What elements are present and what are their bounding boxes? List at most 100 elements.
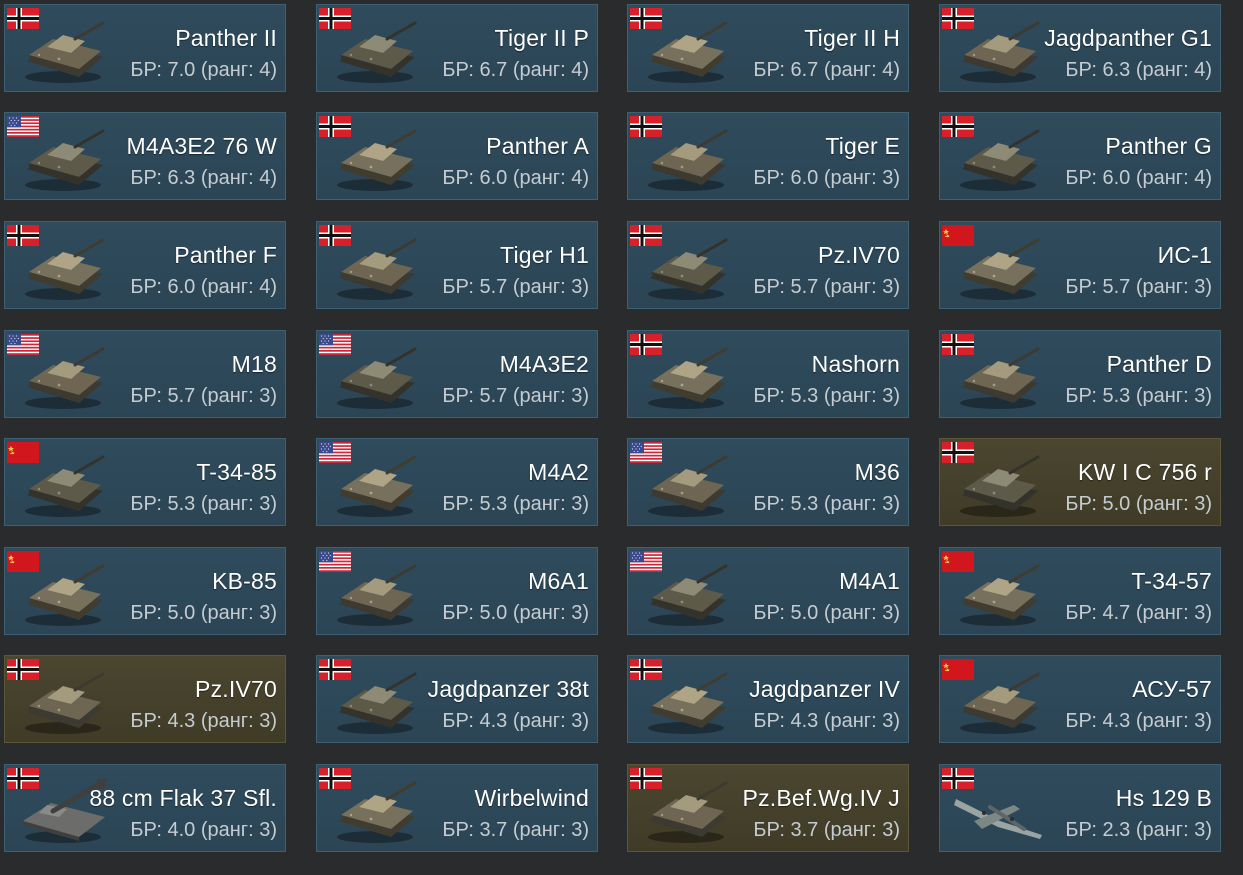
vehicle-grid: Panther II БР: 7.0 (ранг: 4) Tiger II P БР:… <box>0 0 1243 875</box>
vehicle-card[interactable]: Pz.IV70 БР: 5.7 (ранг: 3) <box>627 221 909 309</box>
battle-rating: БР: 4.3 (ранг: 3) <box>130 710 277 732</box>
tank-image <box>19 125 109 195</box>
tank-image <box>19 17 109 87</box>
tank-image <box>954 343 1044 413</box>
battle-rating: БР: 5.0 (ранг: 3) <box>130 602 277 624</box>
vehicle-card[interactable]: T-34-85 БР: 5.3 (ранг: 3) <box>4 438 286 526</box>
battle-rating: БР: 5.7 (ранг: 3) <box>130 385 277 407</box>
vehicle-card[interactable]: 88 cm Flak 37 Sfl. БР: 4.0 (ранг: 3) <box>4 764 286 852</box>
battle-rating: БР: 6.3 (ранг: 4) <box>130 167 277 189</box>
vehicle-card[interactable]: M4A1 БР: 5.0 (ранг: 3) <box>627 547 909 635</box>
vehicle-name: Pz.Bef.Wg.IV J <box>742 785 900 811</box>
tank-image <box>642 343 732 413</box>
tank-image <box>19 343 109 413</box>
tank-image <box>642 125 732 195</box>
vehicle-name: Pz.IV70 <box>818 242 900 268</box>
vehicle-card[interactable]: Panther G БР: 6.0 (ранг: 4) <box>939 112 1221 200</box>
battle-rating: БР: 4.3 (ранг: 3) <box>1065 710 1212 732</box>
vehicle-name: M4A3E2 76 W <box>126 133 277 159</box>
vehicle-name: АСУ-57 <box>1132 676 1212 702</box>
vehicle-name: Tiger II P <box>494 25 589 51</box>
vehicle-card[interactable]: KB-85 БР: 5.0 (ранг: 3) <box>4 547 286 635</box>
battle-rating: БР: 5.3 (ранг: 3) <box>753 493 900 515</box>
battle-rating: БР: 6.7 (ранг: 4) <box>442 59 589 81</box>
vehicle-name: M4A1 <box>839 568 900 594</box>
vehicle-card[interactable]: Tiger II H БР: 6.7 (ранг: 4) <box>627 4 909 92</box>
vehicle-card[interactable]: M36 БР: 5.3 (ранг: 3) <box>627 438 909 526</box>
tank-image <box>331 343 421 413</box>
tank-image <box>331 451 421 521</box>
vehicle-card[interactable]: Jagdpanzer 38t БР: 4.3 (ранг: 3) <box>316 655 598 743</box>
battle-rating: БР: 3.7 (ранг: 3) <box>442 819 589 841</box>
vehicle-card[interactable]: Pz.IV70 БР: 4.3 (ранг: 3) <box>4 655 286 743</box>
vehicle-name: M4A3E2 <box>499 351 589 377</box>
tank-image <box>642 777 732 847</box>
vehicle-card[interactable]: M4A3E2 76 W БР: 6.3 (ранг: 4) <box>4 112 286 200</box>
vehicle-name: M6A1 <box>528 568 589 594</box>
tank-image <box>19 234 109 304</box>
vehicle-name: Panther A <box>486 133 589 159</box>
vehicle-name: T-34-57 <box>1131 568 1212 594</box>
battle-rating: БР: 5.7 (ранг: 3) <box>753 276 900 298</box>
vehicle-name: Pz.IV70 <box>195 676 277 702</box>
vehicle-name: KW I C 756 r <box>1077 459 1212 485</box>
vehicle-card[interactable]: АСУ-57 БР: 4.3 (ранг: 3) <box>939 655 1221 743</box>
vehicle-name: Panther II <box>175 25 277 51</box>
vehicle-card[interactable]: Panther F БР: 6.0 (ранг: 4) <box>4 221 286 309</box>
battle-rating: БР: 6.0 (ранг: 4) <box>1065 167 1212 189</box>
battle-rating: БР: 3.7 (ранг: 3) <box>753 819 900 841</box>
vehicle-name: Tiger H1 <box>500 242 589 268</box>
vehicle-card[interactable]: M4A2 БР: 5.3 (ранг: 3) <box>316 438 598 526</box>
vehicle-name: Tiger II H <box>804 25 900 51</box>
vehicle-card[interactable]: M18 БР: 5.7 (ранг: 3) <box>4 330 286 418</box>
vehicle-card[interactable]: Panther II БР: 7.0 (ранг: 4) <box>4 4 286 92</box>
vehicle-name: Tiger E <box>825 133 900 159</box>
tank-image <box>642 451 732 521</box>
vehicle-card[interactable]: M6A1 БР: 5.0 (ранг: 3) <box>316 547 598 635</box>
vehicle-card[interactable]: Panther D БР: 5.3 (ранг: 3) <box>939 330 1221 418</box>
vehicle-card[interactable]: Nashorn БР: 5.3 (ранг: 3) <box>627 330 909 418</box>
tank-image <box>954 125 1044 195</box>
battle-rating: БР: 2.3 (ранг: 3) <box>1065 819 1212 841</box>
battle-rating: БР: 5.3 (ранг: 3) <box>442 493 589 515</box>
vehicle-name: Panther G <box>1105 133 1212 159</box>
vehicle-name: Jagdpanzer IV <box>749 676 900 702</box>
vehicle-card[interactable]: T-34-57 БР: 4.7 (ранг: 3) <box>939 547 1221 635</box>
vehicle-card[interactable]: Pz.Bef.Wg.IV J БР: 3.7 (ранг: 3) <box>627 764 909 852</box>
tank-image <box>331 17 421 87</box>
battle-rating: БР: 5.7 (ранг: 3) <box>1065 276 1212 298</box>
vehicle-name: Panther F <box>174 242 277 268</box>
vehicle-card[interactable]: Panther A БР: 6.0 (ранг: 4) <box>316 112 598 200</box>
vehicle-card[interactable]: Jagdpanther G1 БР: 6.3 (ранг: 4) <box>939 4 1221 92</box>
tank-image <box>19 451 109 521</box>
tank-image <box>642 560 732 630</box>
battle-rating: БР: 6.3 (ранг: 4) <box>1065 59 1212 81</box>
vehicle-card[interactable]: Tiger H1 БР: 5.7 (ранг: 3) <box>316 221 598 309</box>
battle-rating: БР: 5.7 (ранг: 3) <box>442 276 589 298</box>
vehicle-name: Panther D <box>1106 351 1212 377</box>
battle-rating: БР: 5.7 (ранг: 3) <box>442 385 589 407</box>
tank-image <box>954 234 1044 304</box>
vehicle-card[interactable]: Tiger II P БР: 6.7 (ранг: 4) <box>316 4 598 92</box>
battle-rating: БР: 6.7 (ранг: 4) <box>753 59 900 81</box>
vehicle-card[interactable]: Wirbelwind БР: 3.7 (ранг: 3) <box>316 764 598 852</box>
battle-rating: БР: 5.0 (ранг: 3) <box>442 602 589 624</box>
vehicle-name: Jagdpanther G1 <box>1044 25 1212 51</box>
vehicle-card[interactable]: Jagdpanzer IV БР: 4.3 (ранг: 3) <box>627 655 909 743</box>
battle-rating: БР: 4.7 (ранг: 3) <box>1065 602 1212 624</box>
battle-rating: БР: 4.3 (ранг: 3) <box>753 710 900 732</box>
vehicle-card[interactable]: Tiger E БР: 6.0 (ранг: 3) <box>627 112 909 200</box>
vehicle-name: Nashorn <box>811 351 900 377</box>
vehicle-card[interactable]: KW I C 756 r БР: 5.0 (ранг: 3) <box>939 438 1221 526</box>
tank-image <box>954 560 1044 630</box>
vehicle-card[interactable]: M4A3E2 БР: 5.7 (ранг: 3) <box>316 330 598 418</box>
vehicle-card[interactable]: ИС-1 БР: 5.7 (ранг: 3) <box>939 221 1221 309</box>
battle-rating: БР: 5.3 (ранг: 3) <box>1065 385 1212 407</box>
vehicle-name: T-34-85 <box>196 459 277 485</box>
battle-rating: БР: 6.0 (ранг: 3) <box>753 167 900 189</box>
tank-image <box>331 560 421 630</box>
tank-image <box>19 668 109 738</box>
tank-image <box>331 234 421 304</box>
tank-image <box>954 451 1044 521</box>
vehicle-card[interactable]: Hs 129 B БР: 2.3 (ранг: 3) <box>939 764 1221 852</box>
